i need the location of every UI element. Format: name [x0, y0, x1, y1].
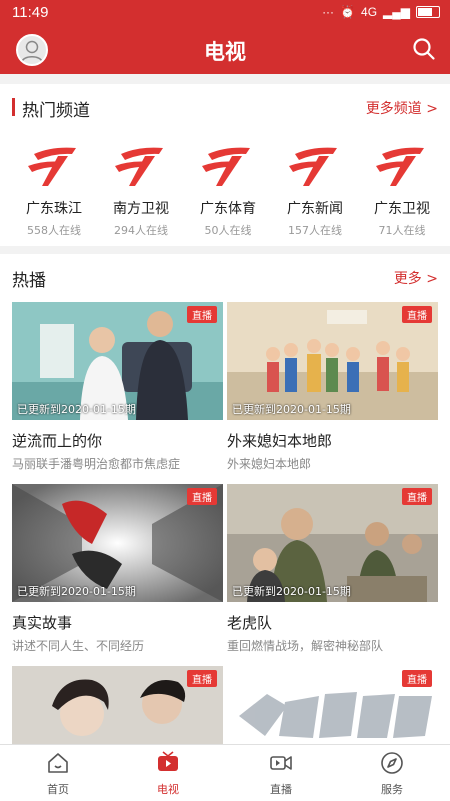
dots-icon: ··· [322, 5, 335, 19]
show-thumbnail[interactable]: 直播 已更新到2020-01-15期 [12, 484, 223, 602]
battery-icon [416, 6, 440, 18]
channel-logo-icon [28, 147, 76, 186]
update-label: 已更新到2020-01-15期 [17, 585, 136, 598]
home-icon [48, 753, 68, 773]
show-subtitle: 外来媳妇本地郎 [227, 457, 312, 471]
show-card[interactable]: 直播 已更新到2020-01-15期 真实故事 讲述不同人生、不同经历 [12, 484, 223, 654]
channel-logo-icon [376, 147, 424, 186]
channel-item[interactable]: 广东珠江 558人在线 [12, 140, 96, 238]
live-badge: 直播 [187, 670, 217, 687]
channel-online-count: 558人在线 [27, 224, 81, 237]
show-thumbnail[interactable]: 直播 [12, 666, 223, 744]
tab-label: 直播 [270, 783, 292, 796]
show-card[interactable]: 直播 [12, 666, 223, 744]
channel-logo-icon [289, 147, 337, 186]
alarm-icon: ⏰ [340, 5, 356, 19]
search-icon [413, 38, 435, 60]
show-title: 外来媳妇本地郎 [227, 432, 333, 450]
update-label: 已更新到2020-01-15期 [17, 403, 136, 416]
hot-shows-section: 热播 更多 > 直播 已更新到2020-01-15期 逆流而上的你 马丽联手潘粤… [0, 254, 450, 744]
live-badge: 直播 [402, 670, 432, 687]
live-badge: 直播 [402, 488, 432, 505]
live-badge: 直播 [402, 306, 432, 323]
bottom-tab-bar: 首页 电视 直播 服务 [0, 744, 450, 801]
section-accent-bar [12, 98, 15, 116]
show-thumbnail[interactable]: 直播 已更新到2020-01-15期 [227, 302, 438, 420]
tab-home[interactable]: 首页 [18, 751, 98, 797]
channel-item[interactable]: 广东新闻 157人在线 [273, 140, 357, 238]
show-title: 老虎队 [227, 614, 273, 632]
show-card[interactable]: 直播 已更新到2020-01-15期 逆流而上的你 马丽联手潘粤明治愈都市焦虑症 [12, 302, 223, 472]
channel-item[interactable]: 广东卫视 71人在线 [360, 140, 444, 238]
channel-logo-icon [115, 147, 163, 186]
channel-item[interactable]: 南方卫视 294人在线 [99, 140, 183, 238]
channel-online-count: 157人在线 [288, 224, 342, 237]
show-title: 逆流而上的你 [12, 432, 103, 450]
channel-name: 广东卫视 [374, 201, 430, 217]
live-badge: 直播 [187, 488, 217, 505]
show-card[interactable]: 直播 [227, 666, 438, 744]
video-camera-icon [270, 756, 292, 770]
compass-icon [381, 752, 403, 774]
tab-tv[interactable]: 电视 [128, 751, 208, 797]
show-title: 真实故事 [12, 614, 73, 632]
section-title: 热门频道 [22, 101, 90, 121]
more-shows-link[interactable]: 更多 > [394, 268, 438, 288]
tab-services[interactable]: 服务 [352, 751, 432, 797]
channel-logo-icon [202, 147, 250, 186]
tab-label: 服务 [381, 783, 403, 796]
show-card[interactable]: 直播 已更新到2020-01-15期 老虎队 重回燃情战场，解密神秘部队 [227, 484, 438, 654]
tab-label: 电视 [157, 783, 179, 796]
show-thumbnail[interactable]: 直播 [227, 666, 438, 744]
show-subtitle: 讲述不同人生、不同经历 [12, 639, 145, 653]
status-bar: 11:49 ··· ⏰ 4G ▂▄▆ [0, 0, 450, 26]
channel-online-count: 71人在线 [378, 224, 426, 237]
signal-icon: ▂▄▆ [383, 5, 410, 19]
channel-name: 广东体育 [200, 201, 256, 217]
section-title: 热播 [12, 271, 46, 291]
live-badge: 直播 [187, 306, 217, 323]
show-thumbnail[interactable]: 直播 已更新到2020-01-15期 [227, 484, 438, 602]
tv-icon [158, 751, 178, 771]
channel-name: 广东珠江 [26, 201, 82, 217]
status-icons: ··· ⏰ 4G ▂▄▆ [322, 5, 440, 19]
channel-online-count: 294人在线 [114, 224, 168, 237]
hot-channels-header: 热门频道 更多频道 > [0, 84, 450, 128]
show-card[interactable]: 直播 已更新到2020-01-15期 外来媳妇本地郎 外来媳妇本地郎 [227, 302, 438, 472]
show-subtitle: 马丽联手潘粤明治愈都市焦虑症 [12, 457, 181, 471]
channel-online-count: 50人在线 [204, 224, 252, 237]
network-label: 4G [361, 5, 378, 19]
more-channels-link[interactable]: 更多频道 > [366, 98, 438, 118]
tab-label: 首页 [47, 783, 69, 796]
channel-list: 广东珠江 558人在线 南方卫视 294人在线 广东体育 50人在线 广东新闻 … [0, 124, 450, 246]
update-label: 已更新到2020-01-15期 [232, 403, 351, 416]
search-button[interactable] [412, 37, 436, 65]
app-header: 电视 [0, 26, 450, 74]
status-time: 11:49 [12, 4, 49, 21]
channel-name: 广东新闻 [287, 201, 343, 217]
tab-live[interactable]: 直播 [241, 751, 321, 797]
show-subtitle: 重回燃情战场，解密神秘部队 [227, 639, 384, 653]
show-thumbnail[interactable]: 直播 已更新到2020-01-15期 [12, 302, 223, 420]
channel-item[interactable]: 广东体育 50人在线 [186, 140, 270, 238]
update-label: 已更新到2020-01-15期 [232, 585, 351, 598]
page-title: 电视 [204, 40, 246, 64]
channel-name: 南方卫视 [113, 201, 169, 217]
